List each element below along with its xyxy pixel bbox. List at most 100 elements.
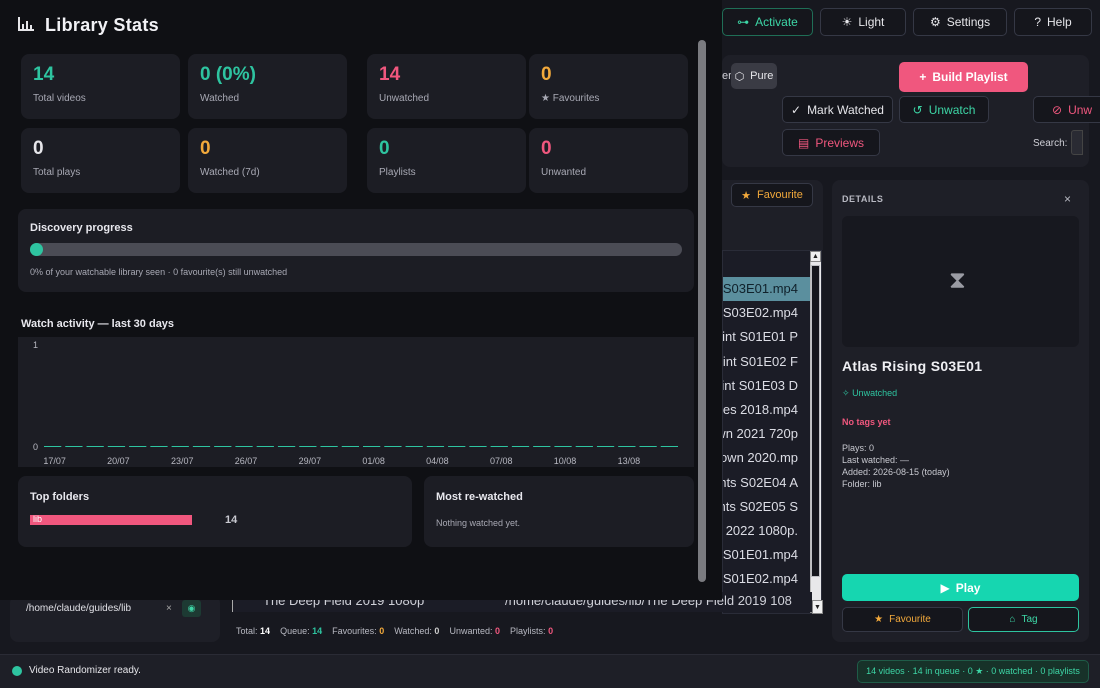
activity-bar bbox=[341, 446, 359, 447]
file-list-row[interactable]: Tides and Eclipses 2018.mp4 bbox=[723, 398, 812, 422]
build-playlist-button[interactable]: + Build Playlist bbox=[899, 62, 1028, 92]
modal-scrollbar[interactable] bbox=[698, 40, 706, 582]
scroll-up-arrow[interactable]: ▲ bbox=[810, 251, 821, 262]
activity-bar bbox=[490, 446, 508, 447]
most-rewatched-title: Most re-watched bbox=[436, 491, 523, 503]
folder-bar-track: lib bbox=[30, 514, 192, 525]
previews-button[interactable]: ▤ Previews bbox=[782, 129, 880, 156]
film-icon: ▤ bbox=[797, 135, 810, 150]
list-scroll-down[interactable]: ▼ bbox=[812, 600, 823, 614]
details-meta: Plays: 0 Last watched: — Added: 2026-08-… bbox=[842, 442, 950, 490]
scroll-thumb[interactable] bbox=[811, 265, 820, 577]
stat-label: Total videos bbox=[33, 93, 86, 104]
search-label: Search: bbox=[1033, 138, 1068, 149]
x-tick-label: 26/07 bbox=[235, 456, 258, 466]
undo-icon: ↺ bbox=[912, 102, 923, 117]
activity-bar bbox=[256, 446, 274, 447]
unwanted-button[interactable]: ⊘ Unw bbox=[1033, 96, 1100, 123]
stat-card: 0 Total plays bbox=[21, 128, 180, 193]
folder-bar-fill bbox=[30, 515, 192, 525]
x-tick-label: 10/08 bbox=[554, 456, 577, 466]
tag-button[interactable]: ⌂ Tag bbox=[968, 607, 1079, 632]
stat-value: 0 bbox=[541, 64, 552, 85]
x-tick-label: 17/07 bbox=[43, 456, 66, 466]
file-name: Harbors 2022 1080p. bbox=[723, 522, 798, 538]
activity-bar bbox=[469, 446, 487, 447]
x-tick-label: 20/07 bbox=[107, 456, 130, 466]
remove-folder-icon[interactable]: × bbox=[166, 603, 172, 614]
activity-chart: 1 0 17/07 20/07 23/07 26/07 29/07 01/08 04/08 07/… bbox=[18, 337, 694, 467]
file-list-row[interactable]: Countdown 2021 720p bbox=[723, 422, 812, 446]
file-list-row[interactable]: Northern Lights S02E04 A bbox=[723, 471, 812, 495]
activity-title: Watch activity — last 30 days bbox=[21, 318, 175, 330]
y-tick-label: 0 bbox=[33, 442, 38, 452]
play-button[interactable]: ▶ Play bbox=[842, 574, 1079, 601]
x-tick-label: 04/08 bbox=[426, 456, 449, 466]
light-theme-button[interactable]: ☀ Light bbox=[820, 8, 906, 36]
favourite-filter-button[interactable]: ★ Favourite bbox=[731, 183, 813, 207]
favourite-button[interactable]: ★ Favourite bbox=[842, 607, 963, 632]
star-icon: ★ bbox=[741, 189, 751, 202]
pure-button[interactable]: ⬡ Pure bbox=[731, 63, 777, 89]
help-button[interactable]: ? Help bbox=[1014, 8, 1092, 36]
close-icon[interactable]: × bbox=[1064, 192, 1071, 206]
activity-bar bbox=[44, 446, 62, 447]
activity-bar bbox=[618, 446, 636, 447]
discovery-card: Discovery progress 0% of your watchable … bbox=[18, 209, 694, 292]
activity-bar bbox=[405, 446, 423, 447]
activity-bar bbox=[639, 446, 657, 447]
activity-bar bbox=[214, 446, 232, 447]
tag-icon: ⌂ bbox=[1009, 614, 1016, 625]
details-heading: DETAILS bbox=[842, 194, 884, 204]
file-list-row[interactable]: Northern Lights S02E05 S bbox=[723, 495, 812, 519]
stat-card: 0 (0%) Watched bbox=[188, 54, 347, 119]
activity-bar bbox=[533, 446, 551, 447]
file-list[interactable]: Atlas Rising S03E01.mp4 Atlas Rising S03E… bbox=[722, 250, 822, 614]
folder-bar-count: 14 bbox=[225, 514, 238, 526]
stat-card: 0 Watched (7d) bbox=[188, 128, 347, 193]
activate-button[interactable]: ⊶ Activate bbox=[722, 8, 813, 36]
search-input[interactable] bbox=[1071, 130, 1083, 155]
file-list-row[interactable]: Vantage Point S01E01 P bbox=[723, 325, 812, 349]
status-summary: 14 videos · 14 in queue · 0 ★ · 0 watche… bbox=[857, 660, 1089, 683]
settings-button[interactable]: ⚙ Settings bbox=[913, 8, 1007, 36]
stat-value: 0 bbox=[541, 138, 552, 159]
stat-card: 0 ★ Favourites bbox=[529, 54, 688, 119]
file-list-row[interactable]: Vantage Point S01E02 F bbox=[723, 350, 812, 374]
mark-watched-button[interactable]: ✓ Mark Watched bbox=[782, 96, 893, 123]
stats-chart-icon bbox=[18, 17, 34, 34]
details-panel: DETAILS × ⧗ Atlas Rising S03E01 ✧ Unwatc… bbox=[832, 180, 1089, 642]
file-name: Meridian S01E02.mp4 bbox=[722, 571, 798, 587]
activity-bar bbox=[277, 446, 296, 447]
activity-bar bbox=[107, 446, 126, 447]
file-name: Countdown 2021 720p bbox=[723, 426, 798, 442]
file-list-row[interactable]: Vantage Point S01E03 D bbox=[723, 374, 812, 398]
library-stats-modal: Library Stats 14 Total videos 0 (0%) Watche… bbox=[0, 0, 722, 600]
activity-bar bbox=[129, 446, 147, 447]
details-title: Atlas Rising S03E01 bbox=[842, 358, 983, 374]
unwatch-button[interactable]: ↺ Unwatch bbox=[899, 96, 989, 123]
file-list-row[interactable]: Harbors 2022 1080p. bbox=[723, 519, 812, 543]
folder-name: Folder: lib bbox=[842, 479, 882, 489]
file-list-scrollbar[interactable]: ▲ ▼ bbox=[810, 251, 821, 613]
stat-value: 14 bbox=[379, 64, 401, 85]
plus-icon: + bbox=[919, 70, 927, 84]
file-list-row[interactable]: Atlas Rising S03E01.mp4 bbox=[723, 277, 812, 302]
file-name: Meridian S01E01.mp4 bbox=[722, 547, 798, 563]
activity-bar bbox=[65, 446, 83, 447]
status-icon: ✧ bbox=[842, 388, 850, 398]
file-list-row[interactable]: Atlas Rising S03E02.mp4 bbox=[723, 301, 812, 325]
file-list-row[interactable]: Last Down 2020.mp bbox=[723, 446, 812, 470]
most-rewatched-card: Most re-watched Nothing watched yet. bbox=[424, 476, 694, 547]
status-bar: Video Randomizer ready. 14 videos · 14 i… bbox=[0, 654, 1100, 688]
activity-bar bbox=[511, 446, 530, 447]
folder-path: /home/claude/guides/lib bbox=[26, 603, 132, 614]
stat-value: 0 bbox=[200, 138, 211, 159]
stat-value: 0 bbox=[33, 138, 44, 159]
activity-bar bbox=[363, 446, 381, 447]
file-list-row[interactable]: Meridian S01E02.mp4 bbox=[723, 567, 812, 591]
last-watched: Last watched: — bbox=[842, 455, 910, 465]
file-list-row[interactable]: Meridian S01E01.mp4 bbox=[723, 543, 812, 567]
help-icon: ? bbox=[1034, 15, 1041, 29]
eye-icon[interactable]: ◉ bbox=[182, 600, 201, 617]
